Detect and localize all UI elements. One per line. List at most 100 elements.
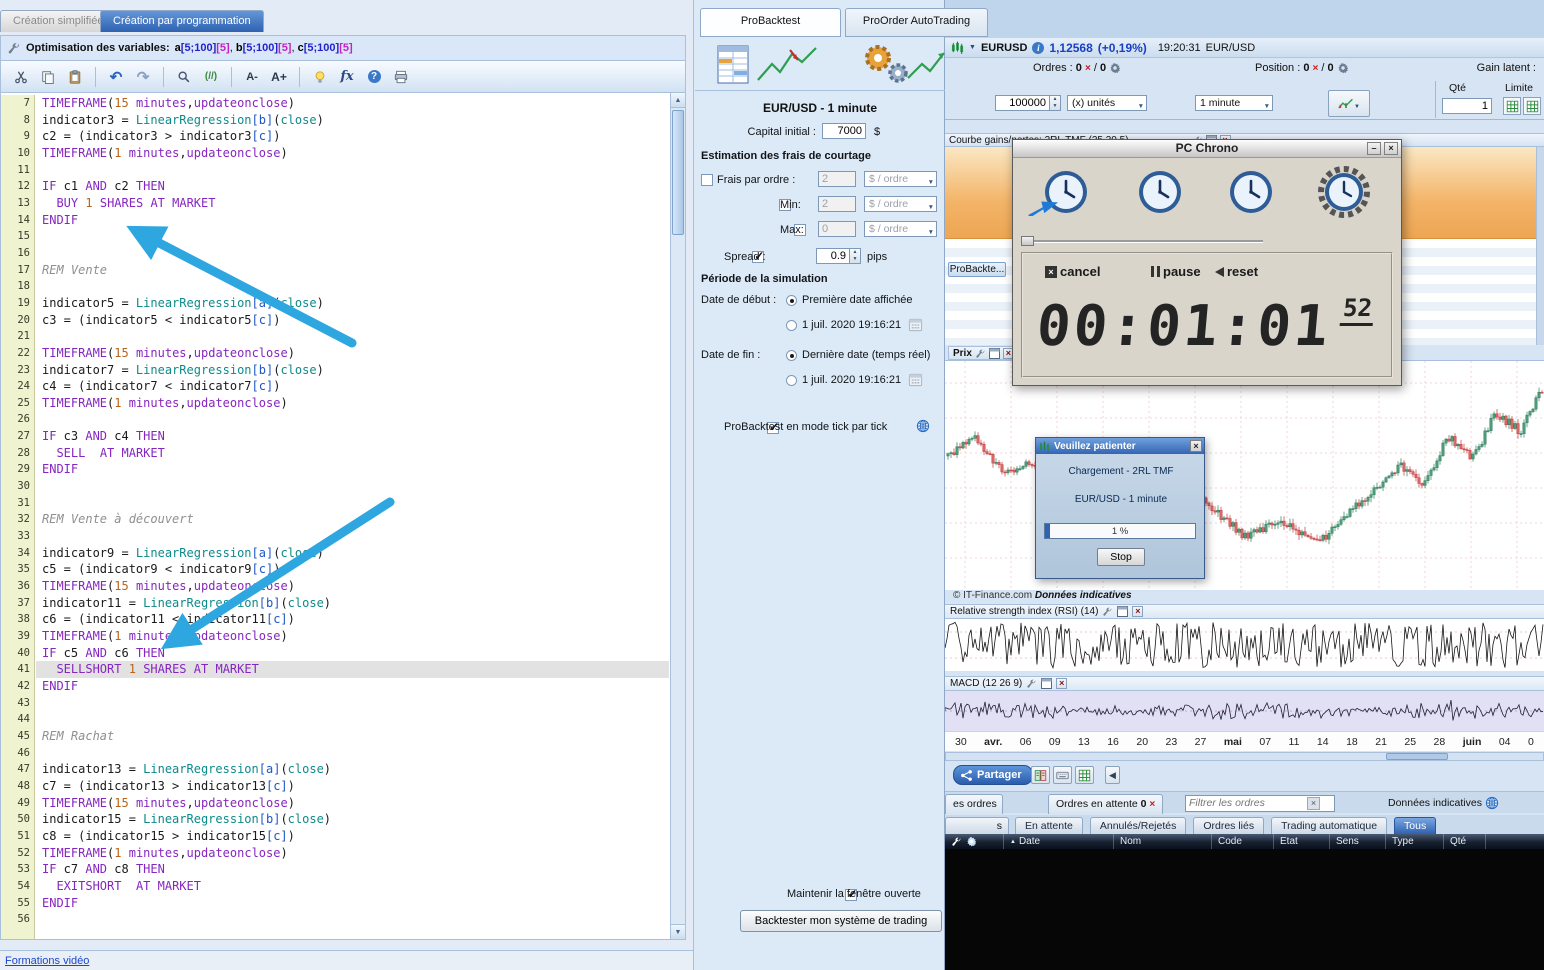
code-line[interactable]: IF c5 AND c6 THEN bbox=[36, 645, 669, 662]
code-line[interactable]: REM Vente bbox=[36, 262, 669, 279]
code-line[interactable]: indicator5 = LinearRegression[a](close) bbox=[36, 295, 669, 312]
order-filter-input[interactable] bbox=[1186, 796, 1304, 810]
toolbar-paste-button[interactable] bbox=[63, 65, 87, 89]
scroll-up-button[interactable]: ▲ bbox=[671, 93, 685, 108]
fee-min-input[interactable] bbox=[818, 196, 856, 212]
chrono-pause-button[interactable]: pause bbox=[1151, 264, 1201, 279]
rsi-maximize-icon[interactable] bbox=[1117, 606, 1128, 617]
toolbar-search-button[interactable] bbox=[172, 65, 196, 89]
formations-video-link[interactable]: Formations vidéo bbox=[5, 955, 89, 967]
end-last-date-radio[interactable] bbox=[786, 350, 797, 361]
chrono-clock-icon-3[interactable] bbox=[1227, 168, 1275, 216]
rsi-panel-header[interactable]: Relative strength index (RSI) (14) × bbox=[945, 604, 1544, 619]
code-line[interactable] bbox=[36, 528, 669, 545]
code-line[interactable] bbox=[36, 745, 669, 762]
code-line[interactable]: c7 = (indicator13 > indicator13[c]) bbox=[36, 778, 669, 795]
order-book-button[interactable] bbox=[1031, 766, 1050, 784]
code-line[interactable]: indicator11 = LinearRegression[b](close) bbox=[36, 595, 669, 612]
order-quantity-input[interactable] bbox=[995, 95, 1050, 111]
toolbar-print-button[interactable] bbox=[389, 65, 413, 89]
instrument-symbol[interactable]: EURUSD bbox=[981, 42, 1027, 54]
position-gear-icon[interactable] bbox=[1337, 62, 1349, 74]
orders-table-body[interactable] bbox=[945, 849, 1544, 970]
wrench-icon[interactable] bbox=[7, 41, 21, 55]
price-maximize-icon[interactable] bbox=[989, 348, 1000, 359]
code-editor[interactable]: 7 8 9 10 11 12 13 14 15 16 17 18 19 20 21 22 23 24 25 26 27 2… bbox=[0, 93, 686, 940]
code-line[interactable]: IF c1 AND c2 THEN bbox=[36, 178, 669, 195]
chart-type-button[interactable]: ▼ bbox=[1328, 90, 1370, 117]
buy-table-button[interactable] bbox=[1503, 97, 1521, 115]
fee-per-order-input[interactable] bbox=[818, 171, 856, 187]
optimization-variables[interactable]: a[5;100][5], b[5;100][5], c[5;100][5] bbox=[175, 42, 353, 54]
orders-column-qté[interactable]: Qté bbox=[1443, 834, 1485, 849]
orders-gear-icon[interactable] bbox=[1109, 62, 1121, 74]
chrono-slider-track[interactable] bbox=[1023, 240, 1263, 243]
orders-column-etat[interactable]: Etat bbox=[1273, 834, 1329, 849]
code-line[interactable]: REM Vente à découvert bbox=[36, 511, 669, 528]
scrollbar-thumb[interactable] bbox=[672, 110, 684, 235]
pending-orders-tab[interactable]: Ordres en attente 0 × bbox=[1048, 794, 1164, 814]
orders-close-icon[interactable]: × bbox=[1085, 63, 1091, 74]
code-line[interactable]: ENDIF bbox=[36, 212, 669, 229]
toolbar-font-smaller-button[interactable]: A- bbox=[240, 65, 264, 89]
position-close-icon[interactable]: × bbox=[1313, 63, 1319, 74]
code-line[interactable]: TIMEFRAME(1 minutes,updateonclose) bbox=[36, 628, 669, 645]
code-line[interactable]: SELLSHORT 1 SHARES AT MARKET bbox=[36, 661, 669, 678]
code-line[interactable]: ENDIF bbox=[36, 678, 669, 695]
chrono-gear-clock-icon[interactable] bbox=[1318, 166, 1370, 218]
orders-subtab-en-attente[interactable]: En attente bbox=[1015, 817, 1083, 834]
fee-min-unit-select[interactable]: $ / ordre bbox=[864, 196, 937, 212]
chrono-clock-icon-2[interactable] bbox=[1136, 168, 1184, 216]
code-line[interactable]: indicator9 = LinearRegression[a](close) bbox=[36, 545, 669, 562]
code-line[interactable] bbox=[36, 411, 669, 428]
macd-close-icon[interactable]: × bbox=[1056, 678, 1068, 689]
chrono-slider-thumb[interactable] bbox=[1021, 236, 1034, 246]
loading-close-button[interactable]: × bbox=[1190, 440, 1202, 452]
code-line[interactable]: BUY 1 SHARES AT MARKET bbox=[36, 195, 669, 212]
header-wrench-icon[interactable] bbox=[951, 836, 962, 847]
fee-per-order-checkbox[interactable] bbox=[701, 174, 713, 186]
orders-column-sens[interactable]: Sens bbox=[1329, 834, 1385, 849]
code-line[interactable] bbox=[36, 228, 669, 245]
fee-max-input[interactable] bbox=[818, 221, 856, 237]
code-line[interactable] bbox=[36, 495, 669, 512]
toolbar-copy-button[interactable] bbox=[36, 65, 60, 89]
timeframe-select[interactable]: 1 minute bbox=[1195, 95, 1273, 111]
loading-titlebar[interactable]: Veuillez patienter × bbox=[1036, 438, 1204, 454]
qty-input[interactable] bbox=[1442, 98, 1492, 114]
code-line[interactable]: ENDIF bbox=[36, 461, 669, 478]
pending-orders-close-icon[interactable]: × bbox=[1149, 799, 1155, 810]
orders-list-tab[interactable]: es ordres bbox=[945, 794, 1003, 814]
code-line[interactable]: c4 = (indicator7 < indicator7[c]) bbox=[36, 378, 669, 395]
toolbar-comment-button[interactable]: (//) bbox=[199, 65, 223, 89]
toolbar-hint-button[interactable] bbox=[308, 65, 332, 89]
code-line[interactable]: TIMEFRAME(15 minutes,updateonclose) bbox=[36, 578, 669, 595]
macd-maximize-icon[interactable] bbox=[1041, 678, 1052, 689]
orders-subtab-annul-s-rejet-s[interactable]: Annulés/Rejetés bbox=[1089, 817, 1187, 834]
spread-spinner[interactable]: ▲ ▼ bbox=[850, 248, 861, 264]
chrono-reset-button[interactable]: reset bbox=[1215, 264, 1258, 279]
start-first-date-radio[interactable] bbox=[786, 295, 797, 306]
code-line[interactable]: IF c7 AND c8 THEN bbox=[36, 861, 669, 878]
code-line[interactable] bbox=[36, 245, 669, 262]
orders-subtab-trading-automatique[interactable]: Trading automatique bbox=[1271, 817, 1388, 834]
code-line[interactable]: TIMEFRAME(1 minutes,updateonclose) bbox=[36, 395, 669, 412]
chrono-minimize-button[interactable]: – bbox=[1367, 142, 1381, 155]
info-icon[interactable]: i bbox=[1032, 41, 1045, 54]
code-line[interactable] bbox=[36, 162, 669, 179]
scroll-left-button[interactable]: ◀ bbox=[1105, 766, 1120, 784]
grid-view-button[interactable] bbox=[1075, 766, 1094, 784]
rsi-wrench-icon[interactable] bbox=[1102, 606, 1113, 617]
code-line[interactable]: REM Rachat bbox=[36, 728, 669, 745]
orders-column-nom[interactable]: Nom bbox=[1113, 834, 1211, 849]
toolbar-function-button[interactable]: fx bbox=[335, 65, 359, 89]
chart-horizontal-scrollbar[interactable] bbox=[945, 752, 1544, 761]
order-quantity-spinner[interactable]: ▲ ▼ bbox=[1050, 95, 1061, 111]
capital-input[interactable] bbox=[822, 123, 866, 139]
spread-input[interactable] bbox=[816, 248, 850, 264]
share-button[interactable]: Partager bbox=[953, 765, 1033, 785]
start-calendar-icon[interactable] bbox=[908, 317, 923, 332]
toolbar-help-button[interactable]: ? bbox=[362, 65, 386, 89]
orders-column-date[interactable]: ▲ Date bbox=[1003, 834, 1113, 849]
toolbar-undo-button[interactable]: ↶ bbox=[104, 65, 128, 89]
